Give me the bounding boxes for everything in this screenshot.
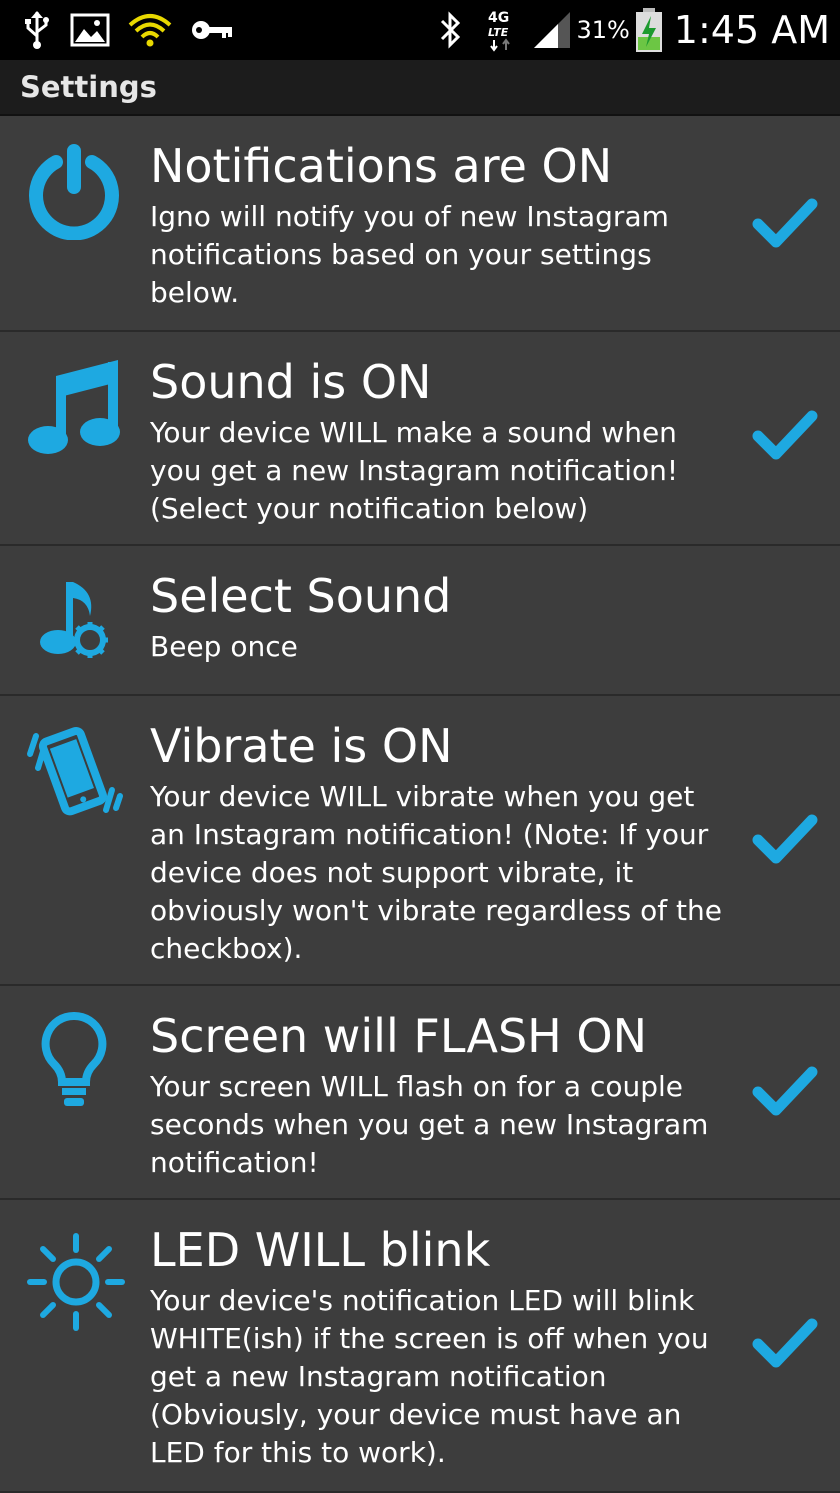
setting-title: Notifications are ON: [150, 139, 613, 193]
setting-text: Sound is ON Your device WILL make a soun…: [150, 354, 730, 528]
setting-description: Your device WILL make a sound when you g…: [150, 416, 679, 525]
power-icon: [26, 140, 122, 244]
status-bar-left: [22, 8, 234, 52]
setting-text: Screen will FLASH ON Your screen WILL fl…: [150, 1008, 730, 1182]
setting-description: Beep once: [150, 630, 298, 663]
setting-sound[interactable]: Sound is ON Your device WILL make a soun…: [0, 332, 840, 546]
checkbox-notifications[interactable]: [752, 196, 818, 256]
signal-icon: [532, 10, 572, 50]
key-icon: [190, 18, 234, 42]
setting-description: Your screen WILL flash on for a couple s…: [150, 1070, 709, 1179]
lightbulb-icon: [38, 1010, 110, 1114]
setting-text: Select Sound Beep once: [150, 568, 730, 666]
checkbox-vibrate[interactable]: [752, 812, 818, 872]
bluetooth-icon: [438, 11, 464, 49]
sound-settings-icon: [38, 578, 114, 666]
lte-icon: 4G LTE: [484, 8, 518, 52]
usb-icon: [22, 10, 52, 50]
setting-screen-flash[interactable]: Screen will FLASH ON Your screen WILL fl…: [0, 986, 840, 1200]
clock: 1:45 AM: [673, 8, 830, 52]
setting-description: Your device WILL vibrate when you get an…: [150, 780, 722, 965]
setting-title: Sound is ON: [150, 355, 432, 409]
setting-title: LED WILL blink: [150, 1223, 491, 1277]
vibrate-icon: [24, 724, 124, 828]
status-bar-right: 4G LTE 31% 1:45 AM: [438, 0, 830, 60]
checkbox-sound[interactable]: [752, 408, 818, 468]
checkbox-screen-flash[interactable]: [752, 1064, 818, 1124]
setting-title: Screen will FLASH ON: [150, 1009, 647, 1063]
wifi-icon: [128, 13, 172, 47]
svg-text:4G: 4G: [488, 10, 509, 26]
setting-text: Notifications are ON Igno will notify yo…: [150, 138, 730, 312]
battery-charging-icon: [634, 7, 664, 53]
setting-select-sound[interactable]: Select Sound Beep once: [0, 546, 840, 696]
action-bar: Settings: [0, 60, 840, 116]
setting-vibrate[interactable]: Vibrate is ON Your device WILL vibrate w…: [0, 696, 840, 986]
setting-text: LED WILL blink Your device's notificatio…: [150, 1222, 730, 1472]
setting-description: Igno will notify you of new Instagram no…: [150, 200, 669, 309]
status-bar: 4G LTE 31% 1:45 AM: [0, 0, 840, 60]
setting-title: Select Sound: [150, 569, 452, 623]
setting-led-blink[interactable]: LED WILL blink Your device's notificatio…: [0, 1200, 840, 1493]
setting-description: Your device's notification LED will blin…: [150, 1284, 709, 1469]
image-icon: [70, 13, 110, 47]
checkbox-led-blink[interactable]: [752, 1316, 818, 1376]
sun-icon: [26, 1232, 126, 1336]
page-title: Settings: [20, 70, 157, 104]
battery-percent: 31%: [576, 16, 630, 44]
settings-list: Notifications are ON Igno will notify yo…: [0, 116, 840, 1493]
setting-text: Vibrate is ON Your device WILL vibrate w…: [150, 718, 730, 968]
setting-notifications[interactable]: Notifications are ON Igno will notify yo…: [0, 116, 840, 332]
setting-title: Vibrate is ON: [150, 719, 453, 773]
music-note-icon: [26, 356, 122, 460]
svg-text:LTE: LTE: [488, 26, 509, 39]
